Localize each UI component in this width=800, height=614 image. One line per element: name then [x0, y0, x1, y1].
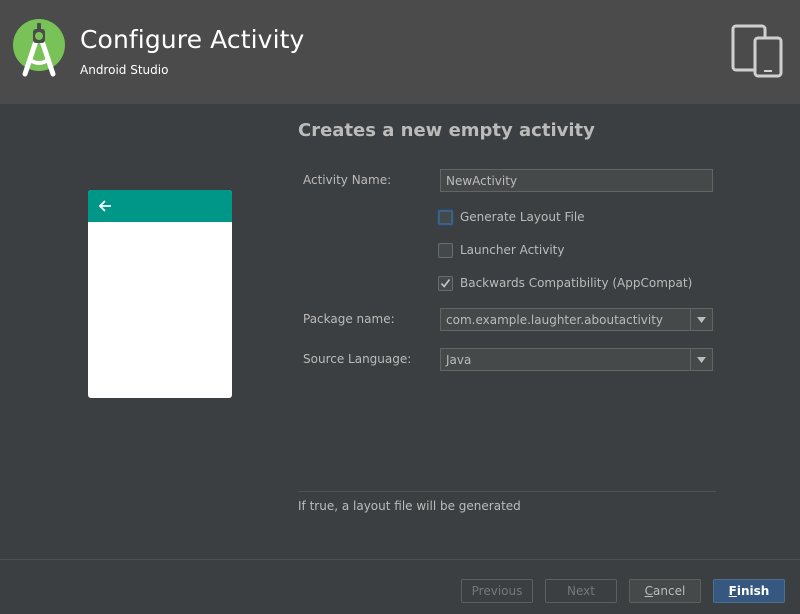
finish-mnemonic: F: [728, 584, 737, 598]
source-language-value: Java: [446, 352, 472, 367]
cancel-button[interactable]: Cancel: [629, 579, 701, 603]
hint-text: If true, a layout file will be generated: [298, 499, 521, 513]
package-name-label: Package name:: [303, 312, 395, 326]
page-subtitle: Android Studio: [80, 63, 169, 77]
backwards-compatibility-checkbox[interactable]: Backwards Compatibility (AppCompat): [438, 273, 692, 293]
activity-name-input[interactable]: [440, 169, 713, 192]
cancel-mnemonic: C: [644, 584, 654, 598]
preview-toolbar: [88, 190, 232, 222]
page-title: Configure Activity: [80, 25, 305, 54]
android-studio-logo: [13, 19, 65, 77]
checkbox-label: Generate Layout File: [460, 210, 585, 224]
source-language-label: Source Language:: [303, 352, 412, 366]
checkbox-label: Launcher Activity: [460, 243, 565, 257]
launcher-activity-checkbox[interactable]: Launcher Activity: [438, 240, 564, 260]
check-icon: [440, 278, 451, 288]
next-button[interactable]: Next: [545, 579, 617, 603]
section-title: Creates a new empty activity: [298, 120, 595, 141]
activity-name-label: Activity Name:: [303, 173, 392, 187]
checkbox-label: Backwards Compatibility (AppCompat): [460, 276, 693, 290]
triangle-down-icon: [697, 316, 706, 323]
dropdown-arrow[interactable]: [690, 309, 712, 330]
wizard-header: Configure Activity Android Studio: [0, 0, 800, 104]
package-name-combo[interactable]: com.example.laughter.aboutactivity: [440, 308, 713, 331]
previous-button-label: Previous: [471, 584, 523, 598]
next-button-label: Next: [567, 584, 595, 598]
cancel-label: ancel: [653, 584, 686, 598]
finish-label: inish: [736, 584, 770, 598]
finish-button[interactable]: Finish: [713, 579, 785, 603]
arrow-left-icon: [98, 200, 111, 212]
checkbox-box[interactable]: [438, 275, 453, 291]
checkbox-box[interactable]: [438, 242, 453, 258]
previous-button[interactable]: Previous: [461, 579, 533, 603]
checkbox-box[interactable]: [438, 209, 453, 225]
package-name-value: com.example.laughter.aboutactivity: [446, 312, 664, 327]
dropdown-arrow[interactable]: [690, 349, 712, 370]
triangle-down-icon: [697, 356, 706, 363]
footer-divider: [0, 559, 800, 560]
phone-tablet-devices-icon: [731, 24, 783, 78]
activity-preview: [88, 190, 232, 398]
source-language-combo[interactable]: Java: [440, 348, 713, 371]
generate-layout-file-checkbox[interactable]: Generate Layout File: [438, 207, 585, 227]
hint-divider: [298, 491, 716, 492]
